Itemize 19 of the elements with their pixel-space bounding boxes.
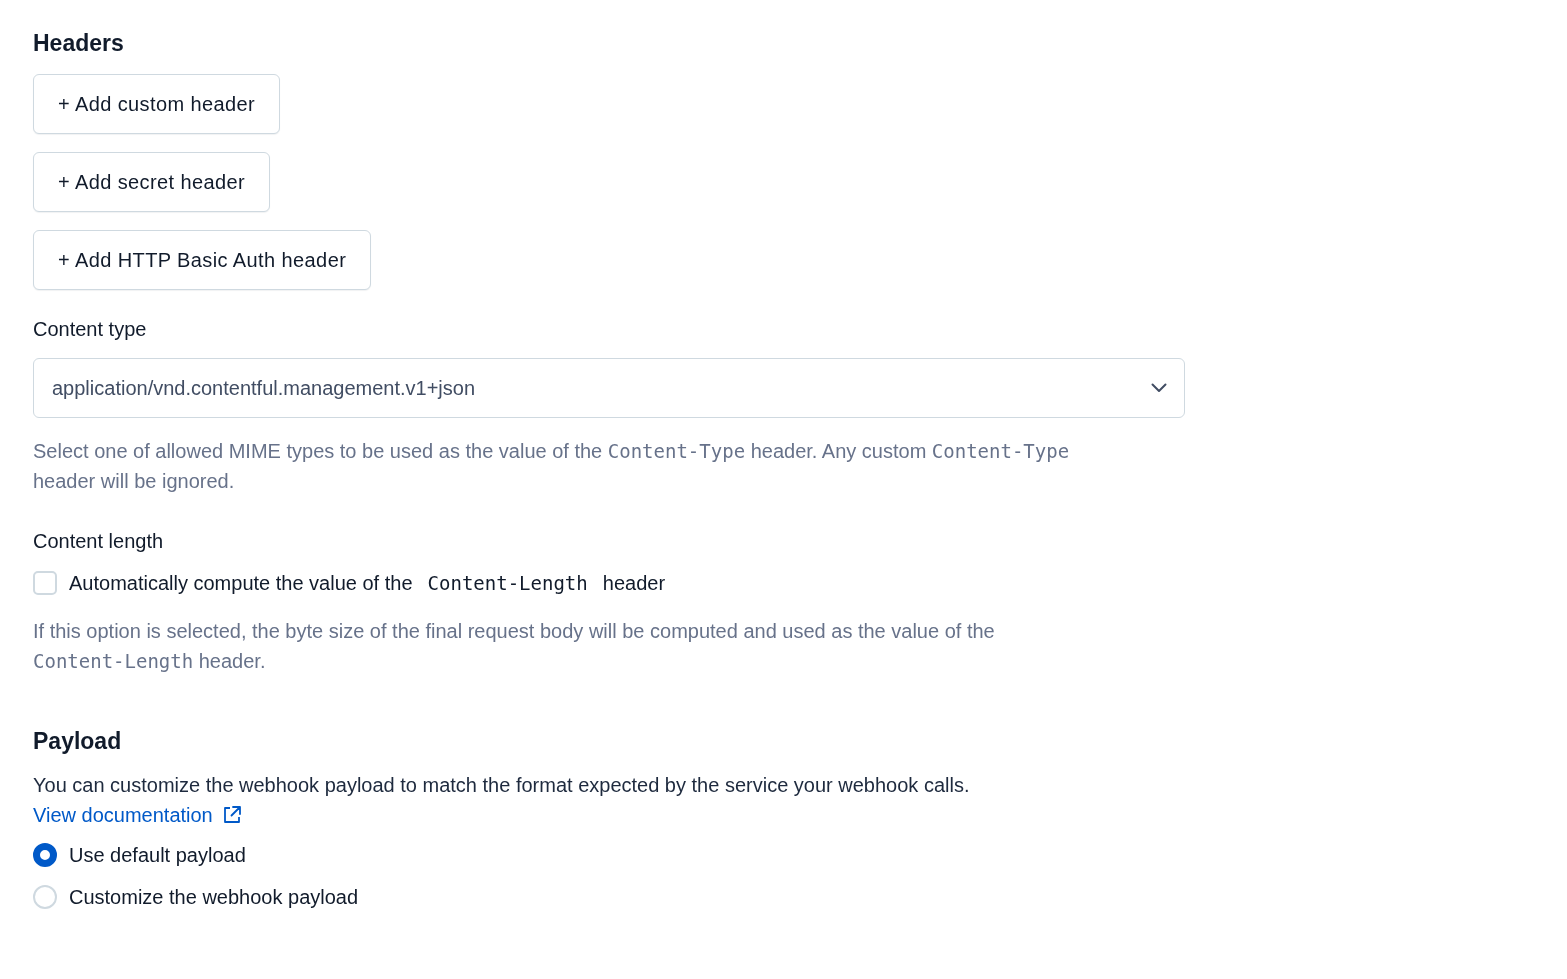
add-header-button[interactable]: + Add secret header bbox=[33, 152, 271, 212]
section-heading: Headers bbox=[33, 29, 125, 58]
documentation-link[interactable]: View documentation bbox=[33, 800, 213, 830]
chevron-down-icon bbox=[1151, 383, 1167, 393]
external-link-icon bbox=[221, 805, 242, 825]
checkbox-label[interactable]: Automatically compute the value of the Content-Length header bbox=[69, 568, 666, 598]
add-header-button[interactable]: + Add custom header bbox=[33, 74, 281, 134]
radio-label[interactable]: Customize the webhook payload bbox=[69, 882, 359, 912]
field-label: Content length bbox=[33, 529, 165, 554]
payload-description: You can customize the webhook payload to match the format expected by the service your webhook calls. bbox=[33, 773, 971, 798]
checkbox[interactable] bbox=[33, 571, 57, 595]
content-type-select[interactable]: application/vnd.contentful.management.v1+json bbox=[33, 358, 1185, 418]
section-heading: Payload bbox=[33, 727, 123, 756]
field-label: Content type bbox=[33, 317, 148, 342]
add-header-button[interactable]: + Add HTTP Basic Auth header bbox=[33, 230, 372, 290]
radio-button[interactable] bbox=[33, 843, 57, 867]
help-text: Select one of allowed MIME types to be used as the value of the Content-Type header. Any custom Content-Type header will be ignored. bbox=[33, 439, 1071, 494]
radio-label[interactable]: Use default payload bbox=[69, 840, 246, 870]
help-text: If this option is selected, the byte size of the final request body will be computed and used as the value of the Content-Length header. bbox=[33, 619, 996, 674]
